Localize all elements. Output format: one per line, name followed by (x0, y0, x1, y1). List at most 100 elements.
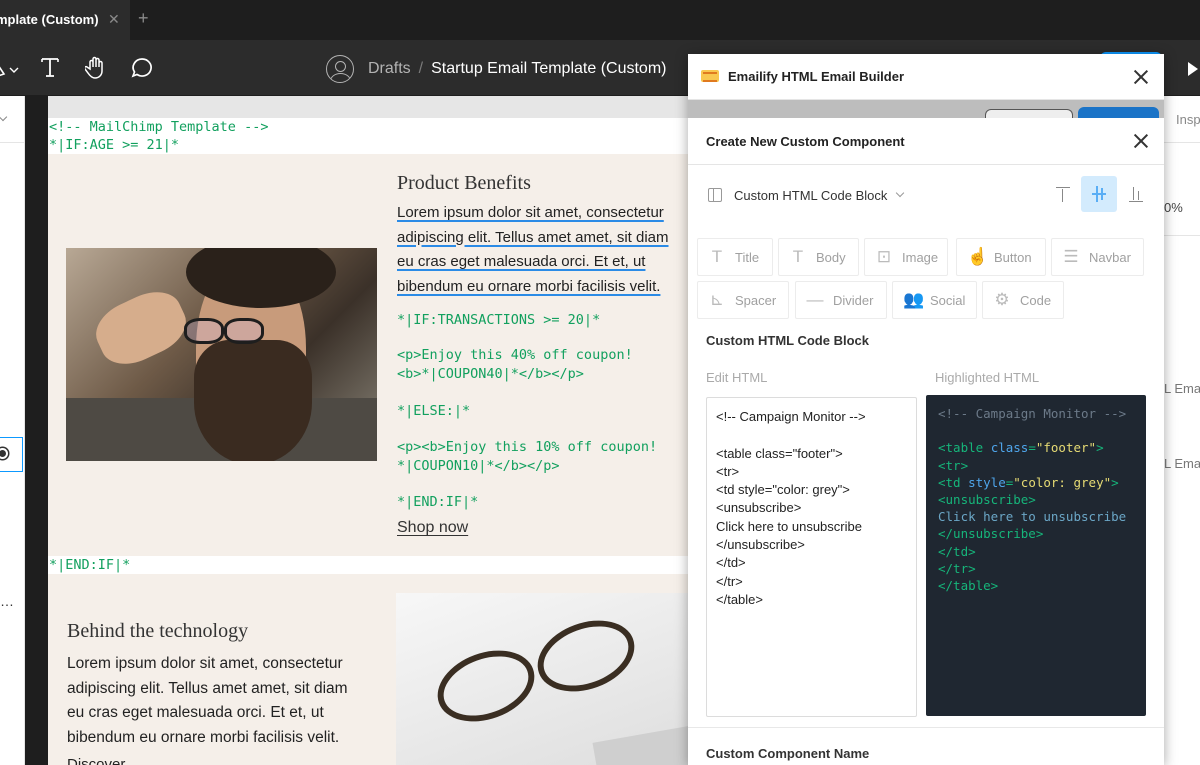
code-tile[interactable]: ⚙ Code (982, 281, 1064, 319)
code-line: <td style="color: grey"> (716, 482, 850, 498)
coupon40-line-1: <p>Enjoy this 40% off coupon! (397, 347, 633, 363)
file-name[interactable]: Startup Email Template (Custom) (431, 60, 666, 78)
else-tag: *|ELSE:|* (397, 403, 471, 419)
body-tile[interactable]: T Body (778, 238, 859, 276)
pen-tool-icon[interactable] (0, 60, 24, 78)
modal-title: Create New Custom Component (706, 134, 905, 149)
block-title: Custom HTML Code Block (706, 333, 869, 348)
section-body: Lorem ipsum dolor sit amet, consectetur … (397, 201, 688, 299)
style-label: L Ema (1164, 381, 1200, 396)
component-type-dropdown[interactable]: Custom HTML Code Block (708, 185, 905, 205)
hl-tag: <tr> (938, 457, 969, 473)
endif-tag: *|END:IF|* (397, 494, 479, 510)
present-play-icon[interactable] (1188, 62, 1198, 76)
team-avatar-icon[interactable] (326, 55, 354, 83)
eyeglasses-image (396, 593, 688, 765)
tab-label: mplate (Custom) (0, 12, 99, 27)
component-type-label: Custom HTML Code Block (734, 187, 888, 203)
code-line: <tr> (716, 463, 740, 479)
hl-text: Click here to unsubscribe (938, 509, 1127, 525)
tile-label: Social (930, 292, 966, 308)
section-body: Lorem ipsum dolor sit amet, consectetur … (67, 652, 367, 750)
hl-tag: > (1096, 440, 1104, 456)
code-line: </table> (716, 591, 763, 607)
tile-label: Body (816, 249, 846, 265)
body-line: eu cras eget malesuada orci. Et et, ut (67, 704, 324, 721)
more-icon[interactable]: … (0, 593, 15, 609)
tile-label: Title (735, 249, 760, 265)
layers-panel: … (0, 96, 25, 765)
breadcrumb-separator: / (418, 60, 424, 77)
tile-label: Code (1020, 292, 1052, 308)
hl-comment: <!-- Campaign Monitor --> (938, 406, 1127, 421)
hl-string: grey (1073, 474, 1104, 490)
code-line: <table class="footer"> (716, 445, 843, 461)
hand-tool-icon[interactable] (85, 56, 107, 80)
layer-row-selected[interactable] (0, 437, 23, 472)
chevron-down-icon[interactable] (0, 112, 8, 122)
navbar-icon: ☰ (1063, 247, 1079, 266)
button-tile[interactable]: ☝ Button (956, 238, 1046, 276)
align-top-button[interactable] (1045, 176, 1081, 212)
divider-tile[interactable]: — Divider (795, 281, 887, 319)
hl-eq: = (1028, 440, 1036, 456)
hl-string: "color: (1013, 474, 1074, 490)
title-tile[interactable]: T Title (697, 238, 773, 276)
gear-icon: ⚙ (994, 290, 1010, 309)
panel-divider (1164, 235, 1200, 236)
divider-icon: — (806, 290, 824, 309)
coupon10-line-2: *|COUPON10|*</b></p> (397, 458, 560, 474)
columns-icon (708, 188, 722, 202)
body-line: Lorem ipsum dolor sit amet, consectetur (397, 204, 664, 221)
coupon40-line-2: <b>*|COUPON40|*</b></p> (397, 366, 584, 382)
hl-attr: class (990, 440, 1029, 456)
hl-tag: <td (938, 474, 961, 490)
plugin-backdrop (688, 100, 1164, 123)
social-tile[interactable]: 👥 Social (892, 281, 977, 319)
panel-divider (0, 142, 25, 143)
body-line: bibendum eu ornare morbi facilisis velit… (397, 277, 661, 295)
hl-tag: </td> (938, 543, 976, 559)
close-modal-icon[interactable] (1133, 133, 1149, 149)
tile-label: Navbar (1089, 249, 1131, 265)
code-line: </unsubscribe> (716, 537, 805, 553)
component-name-label: Custom Component Name (706, 746, 870, 761)
comment-tool-icon[interactable] (130, 56, 154, 80)
code-line: Click here to unsubscribe (716, 518, 862, 534)
email-canvas[interactable]: <!-- MailChimp Template --> *|IF:AGE >= … (48, 96, 688, 765)
highlighted-html-preview: <!-- Campaign Monitor --> <table class="… (926, 395, 1146, 716)
hl-string: "footer" (1035, 440, 1097, 456)
breadcrumb-drafts[interactable]: Drafts (368, 60, 411, 78)
edit-html-label: Edit HTML (706, 370, 768, 385)
properties-panel: Insp 0% L Ema L Ema (1163, 96, 1200, 765)
eye-icon[interactable] (0, 448, 8, 459)
plugin-header: Emailify HTML Email Builder (688, 54, 1164, 100)
spacer-tile[interactable]: ⊾ Spacer (697, 281, 789, 319)
inspect-tab[interactable]: Insp (1176, 112, 1200, 127)
highlighted-html-label: Highlighted HTML (935, 370, 1040, 385)
discover-link[interactable]: Discover (67, 756, 125, 765)
coupon10-line-1: <p><b>Enjoy this 10% off coupon! (397, 439, 658, 455)
add-tab-icon[interactable]: + (138, 8, 149, 29)
code-line: </tr> (716, 573, 743, 589)
canvas-gutter (25, 96, 48, 765)
image-tile[interactable]: ⊡ Image (864, 238, 948, 276)
body-line: adipiscing elit. Tellus amet amet, sit d… (67, 679, 348, 697)
navbar-tile[interactable]: ☰ Navbar (1051, 238, 1144, 276)
close-tab-icon[interactable]: ✕ (108, 11, 120, 28)
end-if-tag: *|END:IF|* (49, 557, 131, 573)
hl-string: " (1103, 474, 1112, 490)
modal-header: Create New Custom Component (688, 118, 1164, 165)
hl-attr: style (968, 474, 1006, 490)
custom-component-modal: Create New Custom Component Custom HTML … (688, 118, 1164, 765)
align-bottom-button[interactable] (1118, 176, 1154, 212)
text-tool-icon[interactable] (40, 56, 60, 78)
shop-now-link[interactable]: Shop now (397, 519, 468, 537)
mailchimp-comment: <!-- MailChimp Template --> (49, 119, 269, 135)
hl-tag: > (1111, 474, 1119, 490)
close-plugin-icon[interactable] (1133, 69, 1149, 85)
tile-label: Button (994, 249, 1032, 265)
social-icon: 👥 (903, 290, 925, 309)
html-editor-textarea[interactable]: <!-- Campaign Monitor --> <table class="… (706, 397, 917, 717)
align-middle-button[interactable] (1081, 176, 1117, 212)
